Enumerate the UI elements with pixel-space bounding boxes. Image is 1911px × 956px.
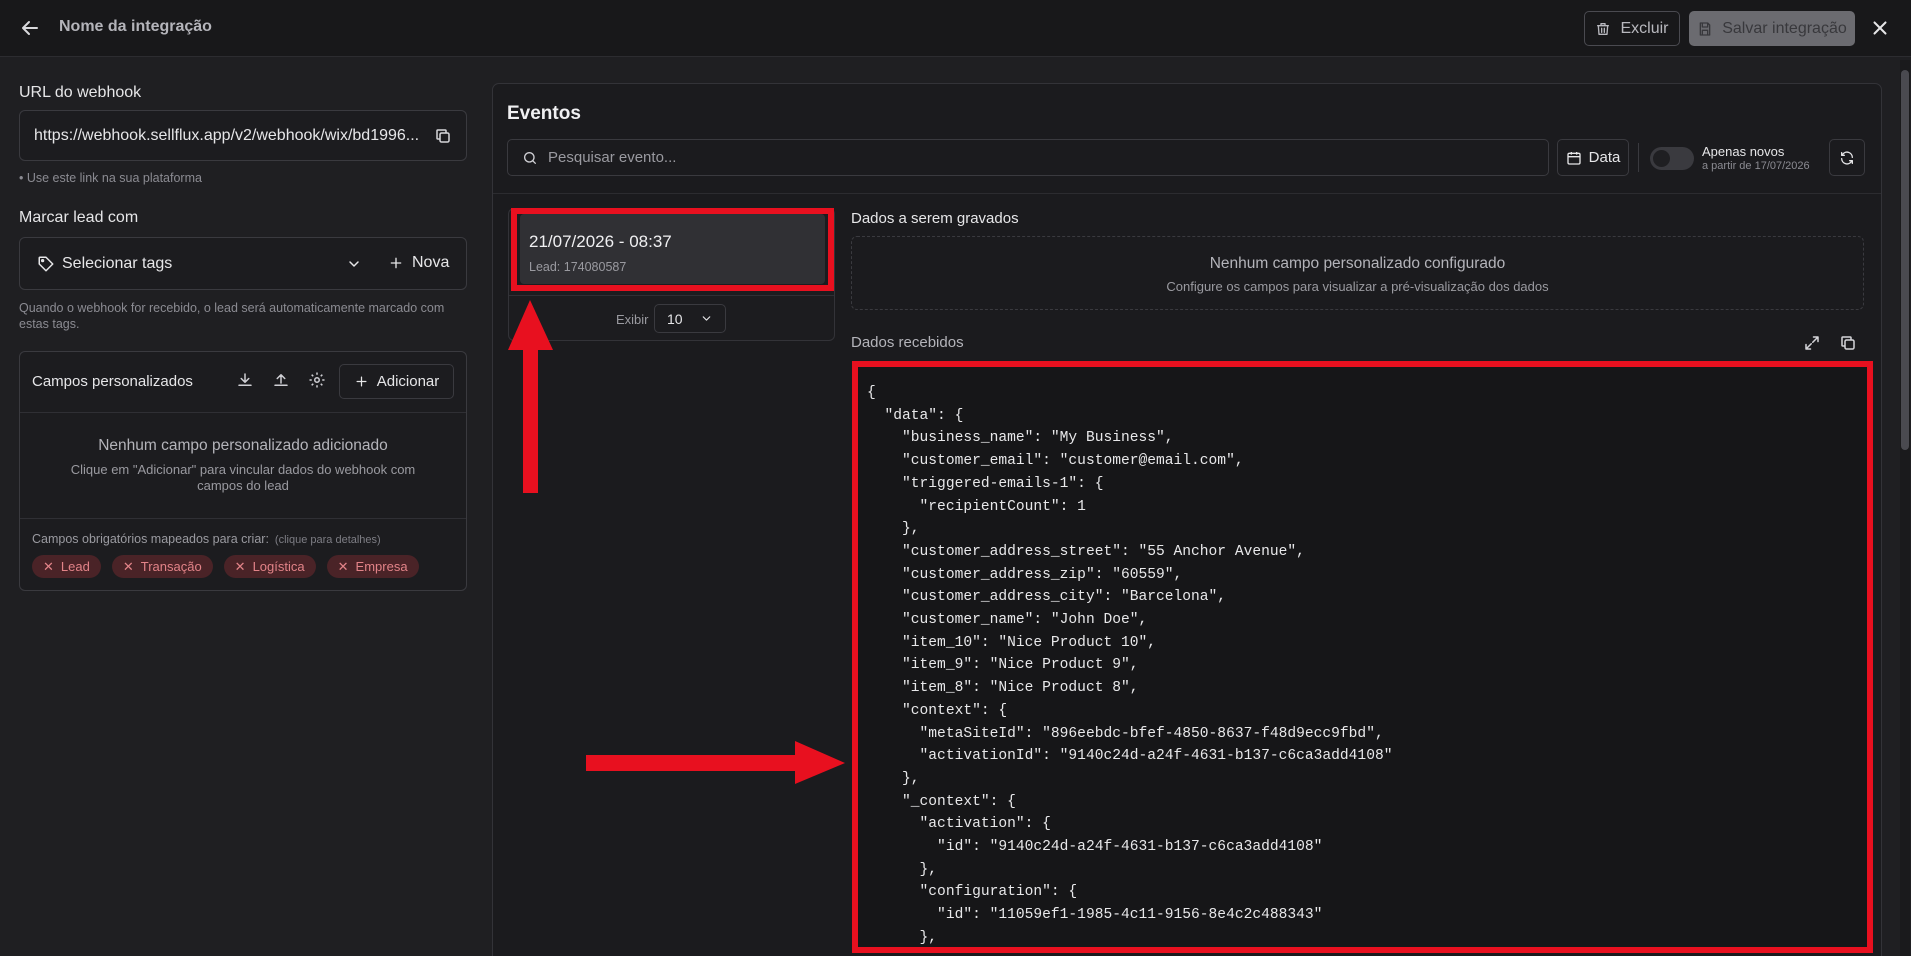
only-new-sublabel: a partir de 17/07/2026 bbox=[1702, 160, 1810, 172]
received-json-content: { "data": { "business_name": "My Busines… bbox=[867, 385, 1393, 946]
close-icon[interactable] bbox=[1869, 17, 1891, 39]
save-button-label: Salvar integração bbox=[1722, 19, 1847, 37]
divider bbox=[1638, 143, 1639, 172]
copy-json-icon[interactable] bbox=[1839, 334, 1857, 352]
toggle-knob bbox=[1653, 150, 1670, 167]
event-lead-id: Lead: 174080587 bbox=[529, 260, 627, 274]
date-filter-button[interactable]: Data bbox=[1557, 139, 1629, 176]
plus-icon bbox=[356, 376, 367, 387]
webhook-hint: • Use este link na sua plataforma bbox=[19, 171, 202, 185]
divider bbox=[20, 412, 466, 413]
pill-label: Logística bbox=[252, 559, 305, 574]
refresh-button[interactable] bbox=[1829, 139, 1865, 176]
custom-fields-title: Campos personalizados bbox=[32, 373, 193, 390]
delete-button[interactable]: Excluir bbox=[1584, 11, 1680, 46]
saved-data-empty-desc: Configure os campos para visualizar a pr… bbox=[1166, 279, 1549, 294]
divider bbox=[493, 193, 1881, 194]
chevron-down-icon bbox=[702, 316, 711, 321]
page-scrollbar-thumb[interactable] bbox=[1901, 70, 1909, 450]
pill-label: Transação bbox=[140, 559, 202, 574]
refresh-icon bbox=[1841, 150, 1853, 165]
saved-data-empty-box: Nenhum campo personalizado configurado C… bbox=[851, 236, 1864, 310]
required-pill-lead[interactable]: ✕ Lead bbox=[32, 555, 101, 578]
required-pill-transacao[interactable]: ✕ Transação bbox=[111, 555, 213, 578]
back-arrow-icon[interactable] bbox=[18, 16, 42, 40]
tag-icon bbox=[37, 255, 55, 273]
received-json-viewer[interactable]: { "data": { "business_name": "My Busines… bbox=[853, 362, 1871, 952]
event-list-item[interactable]: 21/07/2026 - 08:37 Lead: 174080587 bbox=[520, 214, 825, 284]
search-icon bbox=[524, 151, 536, 164]
new-tag-button[interactable]: Nova bbox=[388, 254, 449, 272]
divider bbox=[20, 518, 466, 519]
only-new-toggle[interactable] bbox=[1650, 147, 1694, 170]
required-fields-row: Campos obrigatórios mapeados para criar:… bbox=[32, 532, 381, 546]
calendar-icon bbox=[1566, 151, 1581, 165]
date-button-label: Data bbox=[1588, 149, 1621, 166]
event-search-field[interactable] bbox=[507, 139, 1549, 176]
show-label: Exibir bbox=[616, 312, 649, 327]
divider bbox=[509, 295, 834, 296]
required-pills: ✕ Lead ✕ Transação ✕ Logística ✕ Empresa bbox=[32, 555, 419, 578]
copy-icon[interactable] bbox=[434, 127, 452, 145]
tags-selector: Selecionar tags Nova bbox=[19, 237, 467, 290]
pill-label: Lead bbox=[60, 559, 90, 574]
upload-icon[interactable] bbox=[272, 371, 290, 389]
add-label: Adicionar bbox=[376, 373, 440, 390]
required-pill-empresa[interactable]: ✕ Empresa bbox=[326, 555, 419, 578]
download-icon[interactable] bbox=[236, 371, 254, 389]
chevron-down-icon[interactable] bbox=[346, 256, 362, 272]
custom-fields-empty-title: Nenhum campo personalizado adicionado bbox=[98, 437, 388, 454]
delete-button-label: Excluir bbox=[1620, 19, 1669, 37]
custom-fields-empty-desc: Clique em "Adicionar" para vincular dado… bbox=[70, 462, 416, 493]
x-icon: ✕ bbox=[234, 558, 246, 574]
expand-icon[interactable] bbox=[1803, 334, 1821, 352]
select-tags-dropdown[interactable]: Selecionar tags bbox=[62, 255, 172, 273]
pill-label: Empresa bbox=[355, 559, 408, 574]
integration-name-title[interactable]: Nome da integração bbox=[59, 18, 212, 36]
x-icon: ✕ bbox=[43, 558, 54, 574]
required-pill-logistica[interactable]: ✕ Logística bbox=[223, 555, 316, 578]
save-integration-button[interactable]: Salvar integração bbox=[1689, 11, 1855, 46]
mark-lead-label: Marcar lead com bbox=[19, 209, 139, 226]
webhook-url-label: URL do webhook bbox=[19, 84, 142, 101]
webhook-url-field[interactable]: https://webhook.sellflux.app/v2/webhook/… bbox=[19, 110, 467, 161]
custom-fields-panel: Campos personalizados Adicionar Nenhum c… bbox=[19, 351, 467, 591]
save-icon bbox=[1699, 21, 1711, 36]
received-data-title: Dados recebidos bbox=[851, 334, 964, 351]
x-icon: ✕ bbox=[337, 558, 349, 574]
gear-icon[interactable] bbox=[308, 371, 326, 389]
saved-data-title: Dados a serem gravados bbox=[851, 210, 1019, 227]
page-size-value: 10 bbox=[667, 310, 683, 327]
only-new-label: Apenas novos bbox=[1702, 144, 1785, 159]
webhook-url-value: https://webhook.sellflux.app/v2/webhook/… bbox=[34, 126, 418, 144]
page-size-select[interactable]: 10 bbox=[654, 304, 726, 333]
x-icon: ✕ bbox=[122, 558, 134, 574]
trash-icon bbox=[1597, 22, 1610, 35]
events-title: Eventos bbox=[507, 103, 581, 124]
required-fields-hint[interactable]: (clique para detalhes) bbox=[275, 534, 381, 546]
plus-icon bbox=[390, 257, 402, 269]
add-custom-field-button[interactable]: Adicionar bbox=[339, 364, 454, 399]
tags-hint: Quando o webhook for recebido, o lead se… bbox=[19, 301, 445, 331]
search-input[interactable] bbox=[548, 149, 1528, 166]
required-fields-label: Campos obrigatórios mapeados para criar: bbox=[32, 532, 269, 546]
saved-data-empty-title: Nenhum campo personalizado configurado bbox=[1209, 255, 1506, 272]
new-tag-label: Nova bbox=[412, 254, 450, 271]
event-datetime: 21/07/2026 - 08:37 bbox=[529, 232, 672, 251]
